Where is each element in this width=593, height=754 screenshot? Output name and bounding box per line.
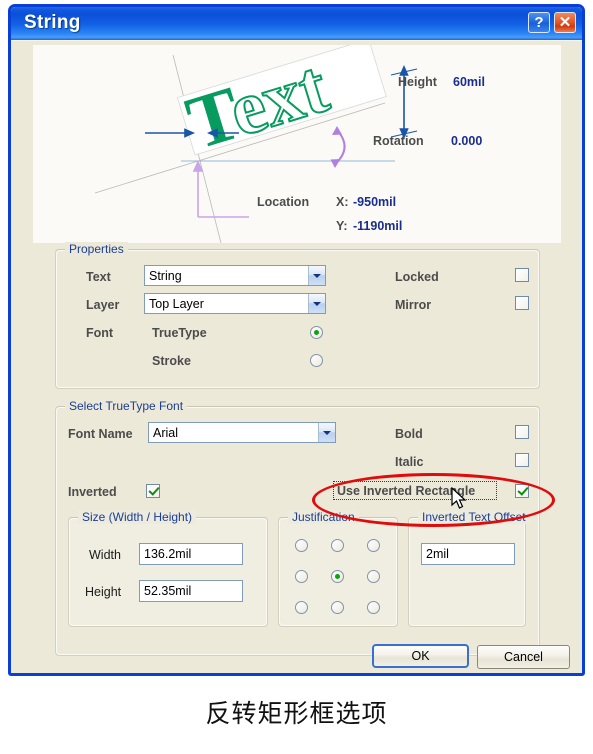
italic-checkbox[interactable] (515, 453, 529, 467)
font-stroke-label: Stroke (152, 354, 191, 368)
string-dialog: String ? ✕ T ext Height 60mil Rotation 0… (8, 4, 585, 676)
justification-group: Justification (278, 510, 398, 627)
justification-radio-bottom-center[interactable] (331, 601, 344, 614)
locked-label: Locked (395, 270, 439, 284)
justification-group-label: Justification (288, 510, 359, 524)
screenshot-root: String ? ✕ T ext Height 60mil Rotation 0… (0, 0, 593, 754)
font-stroke-radio[interactable] (310, 354, 323, 367)
properties-group-label: Properties (65, 242, 128, 256)
layer-field-label: Layer (86, 298, 120, 312)
properties-group: Properties Text String Layer Top Layer F… (55, 242, 540, 389)
locked-checkbox[interactable] (515, 268, 529, 282)
chevron-down-icon[interactable] (308, 294, 325, 313)
size-width-input[interactable]: 136.2mil (139, 543, 243, 565)
close-icon[interactable]: ✕ (554, 12, 576, 33)
font-field-label: Font (86, 326, 114, 340)
justification-radio-top-left[interactable] (295, 539, 308, 552)
use-inverted-rectangle-label: Use Inverted Rectangle (337, 484, 476, 498)
justification-radio-top-center[interactable] (331, 539, 344, 552)
font-truetype-radio[interactable] (310, 326, 323, 339)
font-name-combobox[interactable]: Arial (148, 422, 336, 443)
mirror-checkbox[interactable] (515, 296, 529, 310)
size-height-label: Height (85, 585, 122, 599)
inverted-text-offset-group: Inverted Text Offset 2mil (408, 510, 530, 627)
bold-label: Bold (395, 427, 423, 441)
text-preview-panel: T ext Height 60mil Rotation 0.000 Locati… (33, 45, 561, 243)
chevron-down-icon[interactable] (308, 266, 325, 285)
preview-location-x-label: X: (336, 195, 349, 209)
preview-rotation-label: Rotation (373, 134, 424, 148)
truetype-group-label: Select TrueType Font (65, 399, 188, 413)
help-icon[interactable]: ? (528, 12, 550, 33)
font-name-combobox-value: Arial (153, 425, 179, 440)
preview-rotation-value: 0.000 (451, 134, 483, 148)
justification-radio-bottom-left[interactable] (295, 601, 308, 614)
layer-combobox-value: Top Layer (149, 296, 204, 311)
italic-label: Italic (395, 455, 424, 469)
preview-height-label: Height (398, 75, 437, 89)
preview-location-x-value: -950mil (353, 195, 397, 209)
inverted-label: Inverted (68, 485, 117, 499)
inverted-checkbox[interactable] (146, 484, 160, 498)
preview-height-value: 60mil (453, 75, 485, 89)
justification-radio-top-right[interactable] (367, 539, 380, 552)
justification-radio-middle-right[interactable] (367, 570, 380, 583)
justification-radio-middle-center[interactable] (331, 570, 344, 583)
size-group: Size (Width / Height) Width 136.2mil Hei… (68, 510, 268, 627)
cancel-button[interactable]: Cancel (477, 645, 570, 669)
inverted-text-offset-group-label: Inverted Text Offset (418, 510, 530, 524)
preview-location-y-label: Y: (336, 219, 348, 233)
size-width-label: Width (89, 548, 121, 562)
text-combobox[interactable]: String (144, 265, 326, 286)
size-height-input[interactable]: 52.35mil (139, 580, 243, 602)
select-truetype-font-group: Select TrueType Font Font Name Arial Bol… (55, 399, 540, 656)
text-field-label: Text (86, 270, 111, 284)
preview-location-y-value: -1190mil (353, 219, 403, 233)
preview-location-label: Location (257, 195, 310, 209)
figure-caption: 反转矩形框选项 (205, 699, 388, 728)
bold-checkbox[interactable] (515, 425, 529, 439)
use-inverted-rectangle-checkbox[interactable] (515, 484, 529, 498)
text-combobox-value: String (149, 268, 182, 283)
font-truetype-label: TrueType (152, 326, 207, 340)
dialog-client-area: T ext Height 60mil Rotation 0.000 Locati… (11, 40, 582, 673)
justification-radio-middle-left[interactable] (295, 570, 308, 583)
dialog-title: String (24, 12, 81, 33)
layer-combobox[interactable]: Top Layer (144, 293, 326, 314)
inverted-text-offset-input[interactable]: 2mil (421, 543, 515, 565)
chevron-down-icon[interactable] (318, 423, 335, 442)
ok-button[interactable]: OK (372, 644, 469, 668)
dialog-titlebar: String ? ✕ (11, 7, 582, 40)
justification-radio-bottom-right[interactable] (367, 601, 380, 614)
font-name-label: Font Name (68, 427, 133, 441)
size-group-label: Size (Width / Height) (78, 510, 197, 524)
mirror-label: Mirror (395, 298, 432, 312)
